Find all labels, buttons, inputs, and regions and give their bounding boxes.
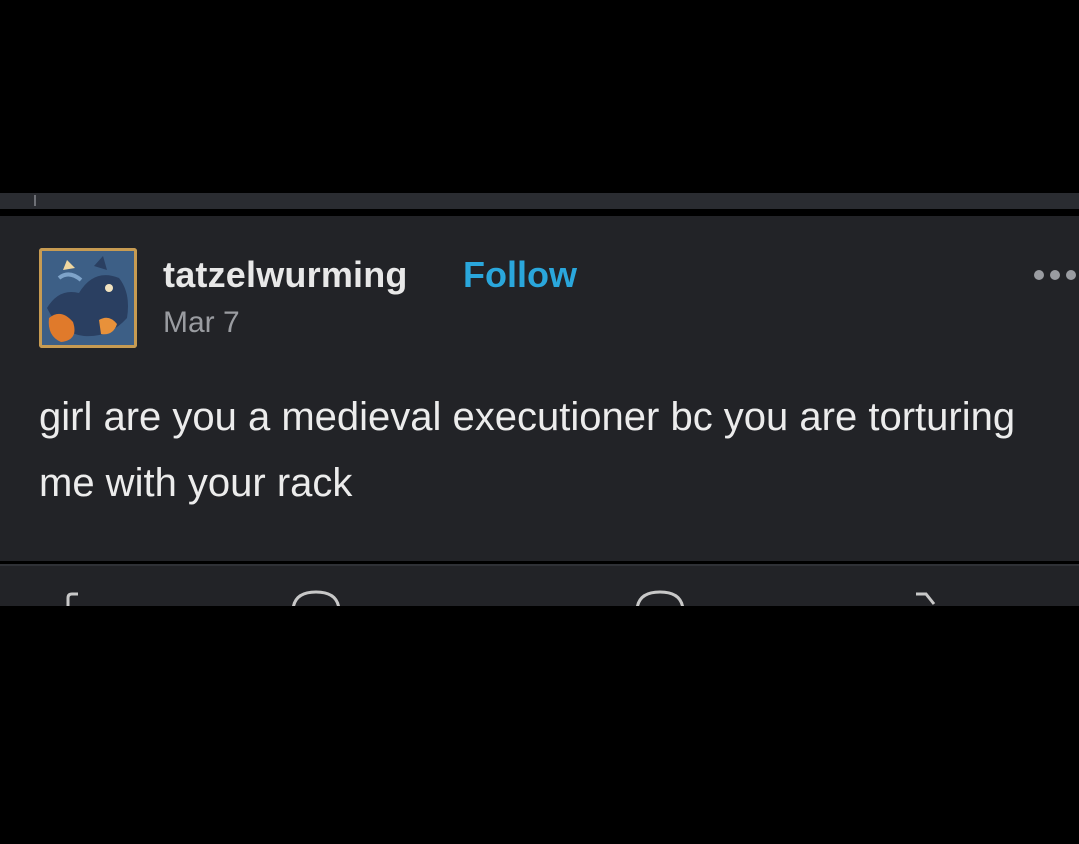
avatar[interactable] xyxy=(39,248,137,348)
like-icon[interactable] xyxy=(910,590,940,606)
ellipsis-dot xyxy=(1034,270,1044,280)
post-date: Mar 7 xyxy=(163,306,240,339)
post-action-bar xyxy=(0,564,1079,606)
reblog-icon[interactable] xyxy=(634,590,686,606)
share-icon[interactable] xyxy=(58,590,88,606)
avatar-illustration xyxy=(39,248,137,348)
divider-tick xyxy=(34,195,36,206)
comment-icon[interactable] xyxy=(290,590,342,606)
post-body: girl are you a medieval executioner bc y… xyxy=(39,395,1016,505)
post-card: tatzelwurming Follow Mar 7 girl are you … xyxy=(0,216,1079,561)
follow-button[interactable]: Follow xyxy=(463,254,577,296)
post-username[interactable]: tatzelwurming xyxy=(163,254,408,296)
ellipsis-dot xyxy=(1050,270,1060,280)
ellipsis-icon[interactable] xyxy=(1030,266,1079,284)
top-divider xyxy=(0,193,1079,209)
ellipsis-dot xyxy=(1066,270,1076,280)
